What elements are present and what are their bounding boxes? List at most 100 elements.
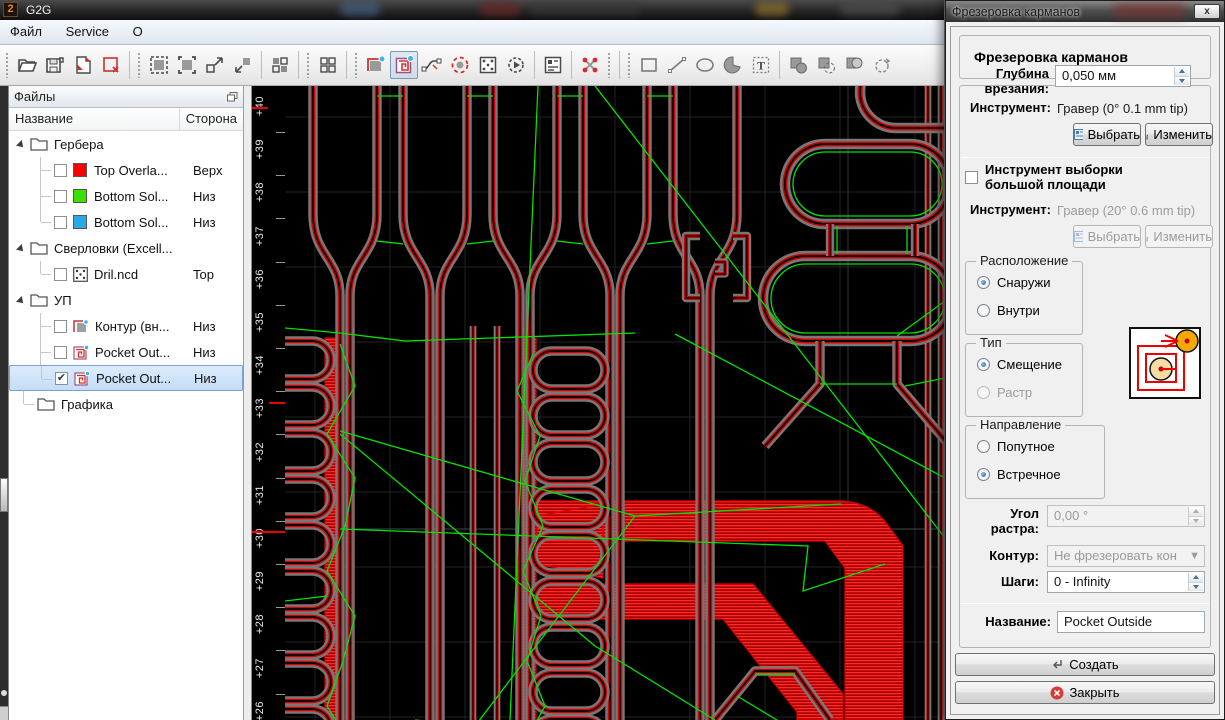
tile-board-button[interactable] bbox=[266, 51, 294, 79]
visibility-checkbox[interactable]: ✔ bbox=[55, 371, 68, 385]
path-tool-button[interactable] bbox=[418, 51, 446, 79]
shape-ellipse-button[interactable] bbox=[691, 51, 719, 79]
toolbar-grip bbox=[137, 52, 142, 78]
expand-arrow[interactable] bbox=[16, 244, 26, 254]
tree-item-contour[interactable]: Контур (вн... Низ bbox=[9, 313, 243, 339]
shape-rect-button[interactable] bbox=[635, 51, 663, 79]
open-file-icon bbox=[17, 59, 38, 72]
tree-item-bottom-solder-2[interactable]: Bottom Sol... Низ bbox=[9, 209, 243, 235]
visibility-checkbox[interactable] bbox=[54, 267, 67, 281]
tree-item-dril-ncd[interactable]: Dril.ncd Top bbox=[9, 261, 243, 287]
origin-view-button[interactable] bbox=[173, 51, 201, 79]
location-inside-radio[interactable]: Внутри bbox=[977, 303, 1040, 318]
item-label: Графика bbox=[61, 396, 113, 412]
properties-form-button[interactable] bbox=[539, 51, 567, 79]
contour-label: Контур: bbox=[989, 548, 1039, 563]
shape-arc-button[interactable] bbox=[719, 51, 747, 79]
holes-tool-icon bbox=[479, 56, 497, 74]
depth-input[interactable]: 0,050 мм bbox=[1055, 65, 1191, 87]
tree-item-pocket-outside-2[interactable]: ✔ Pocket Out... Низ bbox=[9, 365, 243, 391]
column-side[interactable]: Сторона bbox=[180, 108, 243, 130]
dialog-close-button[interactable]: x bbox=[1194, 4, 1220, 19]
menu-service[interactable]: Service bbox=[56, 20, 119, 43]
zoom-selection-button[interactable] bbox=[229, 51, 257, 79]
steps-label: Шаги: bbox=[1000, 574, 1039, 589]
open-file-button[interactable] bbox=[13, 51, 41, 79]
bool-union-button[interactable] bbox=[784, 51, 812, 79]
contour-tool-button[interactable] bbox=[362, 51, 390, 79]
tree-item-graphics[interactable]: Графика bbox=[9, 391, 243, 417]
ruler-label: +28 bbox=[254, 614, 266, 635]
pcb-canvas[interactable] bbox=[285, 86, 945, 720]
rotate-selection-button[interactable] bbox=[868, 51, 896, 79]
tool1-edit-button[interactable]: Изменить bbox=[1145, 123, 1213, 146]
panel-splitter[interactable] bbox=[244, 86, 252, 720]
dock-splitter-handle[interactable] bbox=[0, 478, 8, 512]
files-panel-title: Файлы bbox=[14, 89, 56, 104]
depth-spinner[interactable] bbox=[1174, 67, 1189, 85]
import-gerber-button[interactable] bbox=[69, 51, 97, 79]
transform-tool-button[interactable] bbox=[576, 51, 604, 79]
column-name[interactable]: Название bbox=[9, 108, 180, 130]
zoom-extents-button[interactable] bbox=[201, 51, 229, 79]
shape-text-button[interactable]: T bbox=[747, 51, 775, 79]
item-side: Низ bbox=[194, 370, 217, 386]
expand-arrow[interactable] bbox=[16, 140, 26, 150]
create-button[interactable]: Создать bbox=[955, 653, 1215, 676]
location-outside-radio[interactable]: Снаружи bbox=[977, 275, 1051, 290]
steps-input[interactable]: 0 - Infinity bbox=[1047, 571, 1205, 593]
tool2-value: Гравер (20° 0.6 mm tip) bbox=[1057, 203, 1196, 218]
fit-view-button[interactable] bbox=[145, 51, 173, 79]
tree-item-top-overlay[interactable]: Top Overla... Верх bbox=[9, 157, 243, 183]
type-offset-radio[interactable]: Смещение bbox=[977, 357, 1062, 372]
tree-item-bottom-solder[interactable]: Bottom Sol... Низ bbox=[9, 183, 243, 209]
menu-file[interactable]: Файл bbox=[0, 20, 52, 43]
visibility-checkbox[interactable] bbox=[54, 345, 67, 359]
shape-line-button[interactable] bbox=[663, 51, 691, 79]
visibility-checkbox[interactable] bbox=[54, 215, 67, 229]
visibility-checkbox[interactable] bbox=[54, 189, 67, 203]
zoom-selection-icon bbox=[235, 58, 250, 73]
steps-spinner[interactable] bbox=[1188, 573, 1203, 591]
save-project-button[interactable] bbox=[41, 51, 69, 79]
tree-item-drills[interactable]: Сверловки (Excell... bbox=[9, 235, 243, 261]
ruler-label: +31 bbox=[254, 484, 266, 505]
tool1-select-button[interactable]: Выбрать bbox=[1073, 123, 1141, 146]
ruler-label: +26 bbox=[254, 700, 266, 720]
visibility-checkbox[interactable] bbox=[54, 319, 67, 333]
bool-subtract-button[interactable] bbox=[812, 51, 840, 79]
direction-conventional-radio[interactable]: Встречное bbox=[977, 467, 1061, 482]
pocket-icon bbox=[73, 344, 89, 360]
direction-climb-radio[interactable]: Попутное bbox=[977, 439, 1055, 454]
close-file-button[interactable] bbox=[97, 51, 125, 79]
origin-view-icon bbox=[178, 56, 196, 74]
tool2-edit-button: Изменить bbox=[1145, 225, 1213, 248]
tree-item-pocket-outside-1[interactable]: Pocket Out... Низ bbox=[9, 339, 243, 365]
ruler-label: +29 bbox=[254, 571, 266, 592]
name-input[interactable]: Pocket Outside bbox=[1057, 611, 1205, 633]
big-area-checkbox[interactable] bbox=[965, 171, 978, 184]
raster-angle-input: 0,00 ° bbox=[1047, 505, 1205, 527]
zoom-extents-icon bbox=[206, 57, 223, 73]
close-button[interactable]: Закрыть bbox=[955, 681, 1215, 704]
item-side: Низ bbox=[193, 318, 216, 334]
bool-combine-button[interactable] bbox=[840, 51, 868, 79]
bool-combine-icon bbox=[846, 57, 863, 69]
tree-item-up[interactable]: УП bbox=[9, 287, 243, 313]
properties-form-icon bbox=[544, 56, 562, 74]
float-panel-icon[interactable] bbox=[227, 91, 238, 102]
tree-item-gerbera[interactable]: Гербера bbox=[9, 131, 243, 157]
run-mill-button[interactable] bbox=[502, 51, 530, 79]
expand-arrow[interactable] bbox=[16, 296, 26, 306]
pocket-diagram-image bbox=[1129, 327, 1201, 399]
pocket-tool-button[interactable] bbox=[390, 51, 418, 79]
visibility-checkbox[interactable] bbox=[54, 163, 67, 177]
type-group: Тип bbox=[965, 335, 1083, 417]
menu-about[interactable]: О bbox=[123, 20, 153, 43]
holes-tool-button[interactable] bbox=[474, 51, 502, 79]
tile-panel-button[interactable] bbox=[314, 51, 342, 79]
tool2-select-button: Выбрать bbox=[1073, 225, 1141, 248]
pocket-tool-icon bbox=[395, 55, 414, 74]
drill-tool-button[interactable] bbox=[446, 51, 474, 79]
item-label: Bottom Sol... bbox=[94, 188, 169, 204]
